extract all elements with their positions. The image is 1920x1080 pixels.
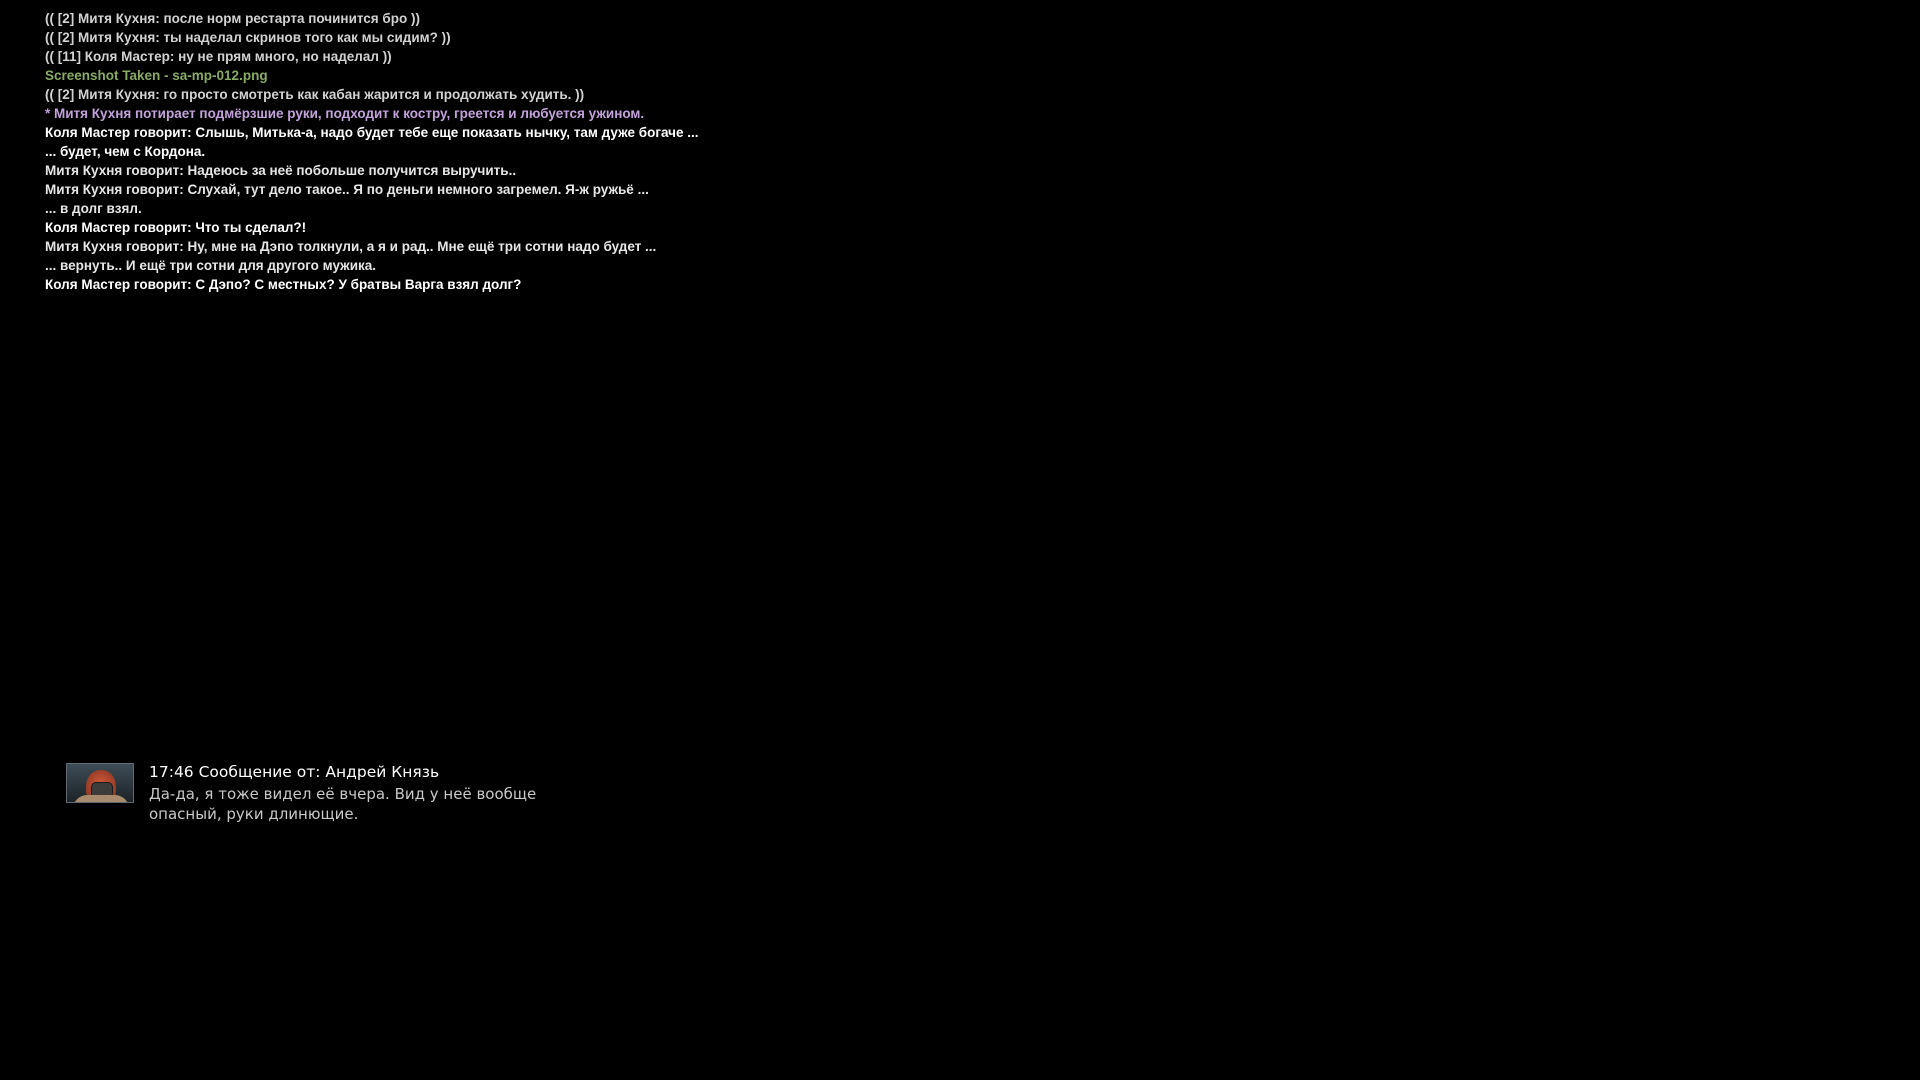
notification-body: Да-да, я тоже видел её вчера. Вид у неё …	[149, 785, 537, 823]
chat-line: Коля Мастер говорит: Слышь, Митька-а, на…	[45, 125, 699, 140]
chat-line: Митя Кухня говорит: Надеюсь за неё побол…	[45, 163, 517, 178]
chat-line: Коля Мастер говорит: Что ты сделал?!	[45, 220, 307, 235]
chat-log: (( [2] Митя Кухня: после норм рестарта п…	[45, 9, 945, 294]
chat-line: (( [2] Митя Кухня: после норм рестарта п…	[45, 11, 421, 26]
chat-line: (( [2] Митя Кухня: го просто смотреть ка…	[45, 87, 585, 102]
masked-stalker-avatar-icon	[66, 763, 134, 803]
chat-line: (( [11] Коля Мастер: ну не прям много, н…	[45, 49, 392, 64]
chat-line: Screenshot Taken - sa-mp-012.png	[45, 68, 268, 83]
chat-line: Митя Кухня говорит: Ну, мне на Дэпо толк…	[45, 239, 657, 254]
chat-line: Митя Кухня говорит: Слухай, тут дело так…	[45, 182, 649, 197]
avatar-shoulders	[73, 795, 129, 802]
chat-line: * Митя Кухня потирает подмёрзшие руки, п…	[45, 106, 645, 121]
chat-line: (( [2] Митя Кухня: ты наделал скринов то…	[45, 30, 451, 45]
pda-message-notification: 17:46 Сообщение от: Андрей Князь Да-да, …	[66, 762, 626, 828]
chat-line: ... вернуть.. И ещё три сотни для другог…	[45, 258, 377, 273]
chat-line: ... будет, чем с Кордона.	[45, 144, 206, 159]
chat-line: ... в долг взял.	[45, 201, 142, 216]
chat-line: Коля Мастер говорит: С Дэпо? С местных? …	[45, 277, 522, 292]
notification-header: 17:46 Сообщение от: Андрей Князь	[149, 763, 440, 781]
game-screen: (( [2] Митя Кухня: после норм рестарта п…	[0, 0, 1920, 1080]
